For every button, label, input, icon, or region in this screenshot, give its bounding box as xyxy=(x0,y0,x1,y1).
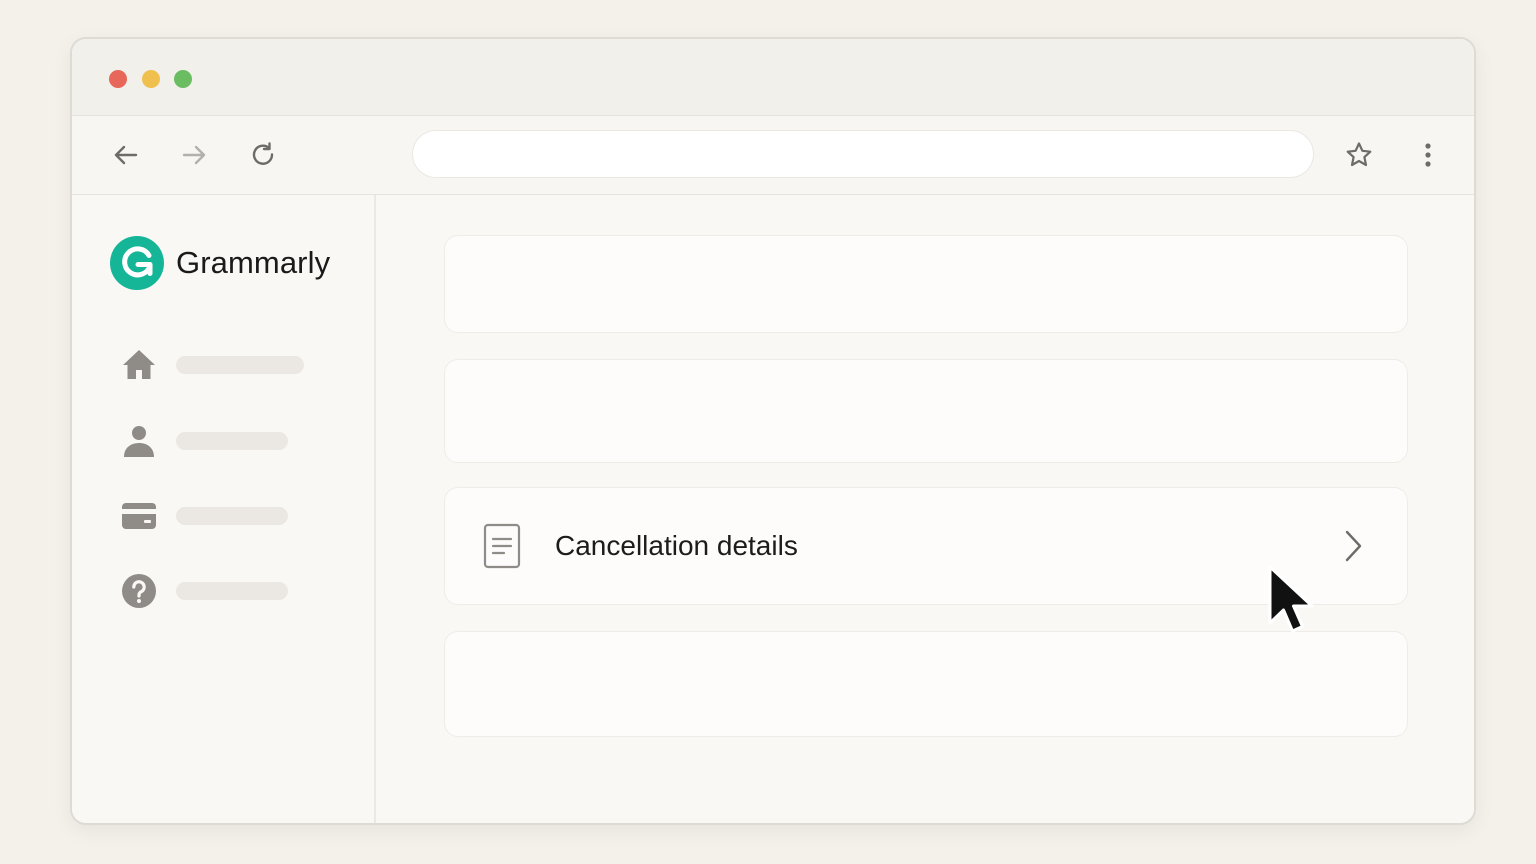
browser-window: Grammarly Cancellation details xyxy=(70,37,1476,825)
more-vertical-icon xyxy=(1425,143,1431,167)
grammarly-logo-icon xyxy=(110,236,164,290)
main-content: Cancellation details xyxy=(376,195,1474,823)
close-window-button[interactable] xyxy=(109,70,127,88)
brand[interactable]: Grammarly xyxy=(110,236,330,290)
forward-button[interactable] xyxy=(176,137,212,173)
settings-card[interactable] xyxy=(444,359,1408,463)
sidebar-item-label-placeholder xyxy=(176,507,288,525)
maximize-window-button[interactable] xyxy=(174,70,192,88)
back-button[interactable] xyxy=(108,137,144,173)
star-icon xyxy=(1346,142,1372,167)
credit-card-icon xyxy=(120,497,158,535)
title-bar xyxy=(72,39,1474,116)
home-icon xyxy=(120,346,158,384)
settings-card[interactable] xyxy=(444,235,1408,333)
browser-toolbar xyxy=(72,116,1474,195)
brand-name: Grammarly xyxy=(176,245,331,280)
user-icon xyxy=(120,422,158,460)
bookmark-button[interactable] xyxy=(1341,137,1377,173)
sidebar-item-label-placeholder xyxy=(176,356,304,374)
help-icon xyxy=(120,572,158,610)
arrow-left-icon xyxy=(114,145,138,165)
sidebar-item-help[interactable] xyxy=(120,571,320,611)
sidebar-item-label-placeholder xyxy=(176,582,288,600)
sidebar-item-home[interactable] xyxy=(120,345,320,385)
reload-icon xyxy=(252,142,274,165)
minimize-window-button[interactable] xyxy=(142,70,160,88)
reload-button[interactable] xyxy=(245,137,281,173)
settings-card[interactable] xyxy=(444,631,1408,737)
chevron-right-icon xyxy=(1339,528,1367,564)
sidebar: Grammarly xyxy=(72,195,376,823)
cancellation-details-label: Cancellation details xyxy=(555,530,798,561)
sidebar-item-account[interactable] xyxy=(120,421,320,461)
cancellation-details-card[interactable]: Cancellation details xyxy=(444,487,1408,605)
browser-menu-button[interactable] xyxy=(1410,137,1446,173)
sidebar-item-label-placeholder xyxy=(176,432,288,450)
address-bar-input[interactable] xyxy=(412,130,1314,178)
arrow-right-icon xyxy=(182,145,206,165)
document-icon xyxy=(483,523,521,569)
sidebar-item-billing[interactable] xyxy=(120,496,320,536)
